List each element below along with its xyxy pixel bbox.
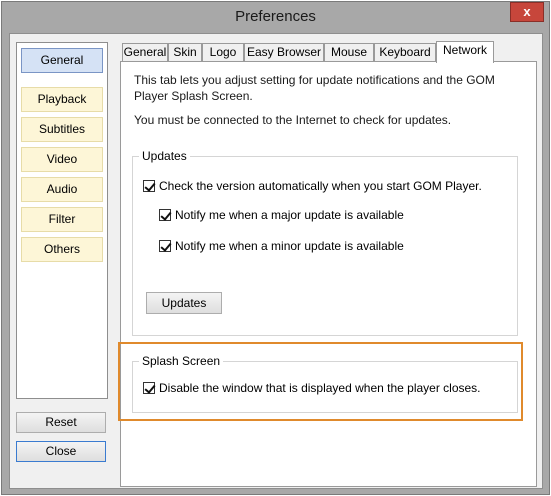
updates-group-title: Updates bbox=[139, 149, 190, 163]
tab-general[interactable]: General bbox=[122, 43, 168, 62]
updates-group: Updates Check the version automatically … bbox=[132, 149, 518, 336]
sidebar-item-filter[interactable]: Filter bbox=[21, 207, 103, 232]
notify-major-label: Notify me when a major update is availab… bbox=[175, 208, 404, 222]
sidebar-item-general[interactable]: General bbox=[21, 48, 103, 73]
tab-skin[interactable]: Skin bbox=[168, 43, 202, 62]
updates-button[interactable]: Updates bbox=[146, 292, 222, 314]
sidebar-item-video[interactable]: Video bbox=[21, 147, 103, 172]
sidebar-item-subtitles[interactable]: Subtitles bbox=[21, 117, 103, 142]
check-auto-checkbox[interactable] bbox=[143, 180, 155, 192]
close-icon: x bbox=[523, 4, 531, 19]
window-title: Preferences bbox=[235, 8, 316, 25]
tab-network[interactable]: Network bbox=[436, 41, 494, 63]
window-close-button[interactable]: x bbox=[510, 2, 544, 22]
tab-mouse[interactable]: Mouse bbox=[324, 43, 374, 62]
sidebar-item-playback[interactable]: Playback bbox=[21, 87, 103, 112]
sidebar-item-audio[interactable]: Audio bbox=[21, 177, 103, 202]
notify-minor-checkbox[interactable] bbox=[159, 240, 171, 252]
notify-major-checkbox[interactable] bbox=[159, 209, 171, 221]
sidebar-item-others[interactable]: Others bbox=[21, 237, 103, 262]
tab-logo[interactable]: Logo bbox=[202, 43, 244, 62]
network-tab-page: This tab lets you adjust setting for upd… bbox=[120, 61, 537, 487]
close-button[interactable]: Close bbox=[16, 441, 106, 462]
category-sidebar: General Playback Subtitles Video Audio F… bbox=[16, 42, 108, 399]
reset-button[interactable]: Reset bbox=[16, 412, 106, 433]
tab-easy-browser[interactable]: Easy Browser bbox=[244, 43, 324, 62]
title-bar[interactable]: Preferences x bbox=[2, 2, 549, 32]
connect-note: You must be connected to the Internet to… bbox=[134, 113, 452, 127]
highlight-frame bbox=[118, 342, 523, 421]
tab-keyboard[interactable]: Keyboard bbox=[374, 43, 436, 62]
notify-minor-label: Notify me when a minor update is availab… bbox=[175, 239, 404, 253]
network-intro-text: This tab lets you adjust setting for upd… bbox=[134, 73, 495, 103]
check-auto-label: Check the version automatically when you… bbox=[159, 179, 482, 193]
